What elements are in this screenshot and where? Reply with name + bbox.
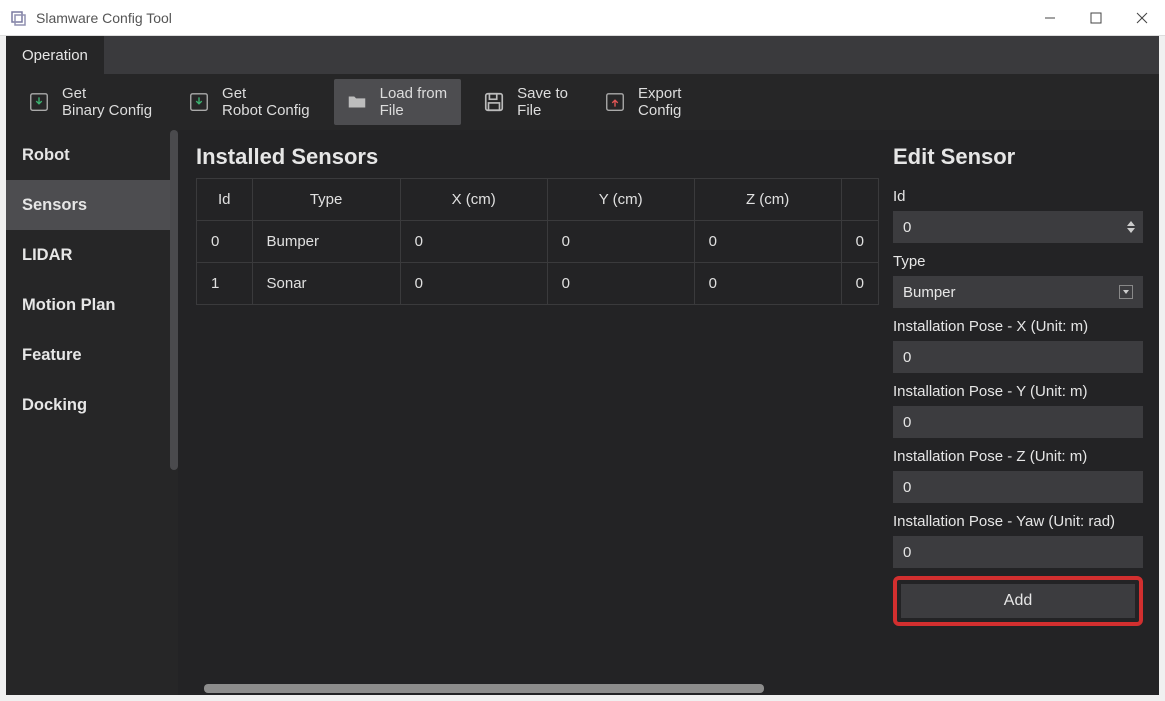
save-icon [481, 89, 507, 115]
sensors-table-wrap: Id Type X (cm) Y (cm) Z (cm) 0 [196, 178, 879, 695]
app-window: Slamware Config Tool Operation GetBinary… [0, 0, 1165, 701]
cell-y: 0 [547, 221, 694, 263]
pose-z-value: 0 [903, 479, 911, 496]
id-input[interactable]: 0 [893, 211, 1143, 243]
center-panel: Installed Sensors Id Type X (cm) Y (cm) … [178, 130, 879, 695]
col-header-y[interactable]: Y (cm) [547, 179, 694, 221]
download-icon [26, 89, 52, 115]
get-binary-config-button[interactable]: GetBinary Config [16, 79, 166, 125]
pose-x-input[interactable]: 0 [893, 341, 1143, 373]
type-select[interactable]: Bumper [893, 276, 1143, 308]
label-pose-z: Installation Pose - Z (Unit: m) [893, 448, 1143, 465]
table-row[interactable]: 0 Bumper 0 0 0 0 [197, 221, 879, 263]
add-button[interactable]: Add [901, 584, 1135, 618]
app-icon [10, 9, 28, 27]
titlebar: Slamware Config Tool [0, 0, 1165, 36]
cell-id: 1 [197, 263, 253, 305]
sidebar: Robot Sensors LIDAR Motion Plan Feature … [6, 130, 178, 695]
cell-y: 0 [547, 263, 694, 305]
pose-x-value: 0 [903, 349, 911, 366]
toolbar-label: ExportConfig [638, 85, 681, 120]
get-robot-config-button[interactable]: GetRobot Config [176, 79, 324, 125]
cell-type: Sonar [252, 263, 400, 305]
toolbar-label: Save toFile [517, 85, 568, 120]
cell-extra: 0 [841, 263, 878, 305]
pose-y-input[interactable]: 0 [893, 406, 1143, 438]
export-config-button[interactable]: ExportConfig [592, 79, 695, 125]
table-hscrollbar[interactable] [196, 681, 879, 695]
cell-z: 0 [694, 263, 841, 305]
minimize-button[interactable] [1027, 0, 1073, 36]
toolbar-label: GetBinary Config [62, 85, 152, 120]
pose-y-value: 0 [903, 414, 911, 431]
content-area: Operation GetBinary Config GetRobot Conf… [6, 36, 1159, 695]
sidebar-item-lidar[interactable]: LIDAR [6, 230, 178, 280]
toolbar-label: GetRobot Config [222, 85, 310, 120]
upload-icon [602, 89, 628, 115]
save-to-file-button[interactable]: Save toFile [471, 79, 582, 125]
col-header-extra[interactable] [841, 179, 878, 221]
col-header-x[interactable]: X (cm) [400, 179, 547, 221]
folder-icon [344, 89, 370, 115]
label-pose-y: Installation Pose - Y (Unit: m) [893, 383, 1143, 400]
col-header-type[interactable]: Type [252, 179, 400, 221]
pose-yaw-input[interactable]: 0 [893, 536, 1143, 568]
sensors-table[interactable]: Id Type X (cm) Y (cm) Z (cm) 0 [196, 178, 879, 305]
toolbar: GetBinary Config GetRobot Config Load fr… [6, 74, 1159, 130]
label-type: Type [893, 253, 1143, 270]
load-from-file-button[interactable]: Load fromFile [334, 79, 462, 125]
pose-z-input[interactable]: 0 [893, 471, 1143, 503]
pose-yaw-value: 0 [903, 544, 911, 561]
label-pose-x: Installation Pose - X (Unit: m) [893, 318, 1143, 335]
cell-extra: 0 [841, 221, 878, 263]
download-icon [186, 89, 212, 115]
window-title: Slamware Config Tool [36, 10, 1027, 26]
spinner-buttons[interactable] [1127, 213, 1141, 241]
sidebar-item-motion-plan[interactable]: Motion Plan [6, 280, 178, 330]
add-button-highlight: Add [893, 576, 1143, 626]
sidebar-item-feature[interactable]: Feature [6, 330, 178, 380]
main-area: Robot Sensors LIDAR Motion Plan Feature … [6, 130, 1159, 695]
cell-id: 0 [197, 221, 253, 263]
label-pose-yaw: Installation Pose - Yaw (Unit: rad) [893, 513, 1143, 530]
col-header-z[interactable]: Z (cm) [694, 179, 841, 221]
maximize-button[interactable] [1073, 0, 1119, 36]
sidebar-item-robot[interactable]: Robot [6, 130, 178, 180]
id-value: 0 [903, 219, 911, 236]
sidebar-scrollbar[interactable] [170, 130, 178, 470]
toolbar-label: Load fromFile [380, 85, 448, 120]
close-button[interactable] [1119, 0, 1165, 36]
sidebar-item-docking[interactable]: Docking [6, 380, 178, 430]
cell-x: 0 [400, 263, 547, 305]
edit-sensor-panel: Edit Sensor Id 0 Type Bumper Installatio… [879, 130, 1159, 695]
table-row[interactable]: 1 Sonar 0 0 0 0 [197, 263, 879, 305]
sidebar-item-sensors[interactable]: Sensors [6, 180, 178, 230]
cell-x: 0 [400, 221, 547, 263]
table-hscroll-thumb[interactable] [204, 684, 764, 693]
col-header-id[interactable]: Id [197, 179, 253, 221]
chevron-down-icon [1119, 285, 1133, 299]
cell-z: 0 [694, 221, 841, 263]
cell-type: Bumper [252, 221, 400, 263]
edit-sensor-title: Edit Sensor [893, 144, 1143, 170]
type-value: Bumper [903, 284, 956, 301]
installed-sensors-title: Installed Sensors [196, 144, 879, 170]
tab-operation[interactable]: Operation [6, 36, 104, 74]
label-id: Id [893, 188, 1143, 205]
tab-bar: Operation [6, 36, 1159, 74]
